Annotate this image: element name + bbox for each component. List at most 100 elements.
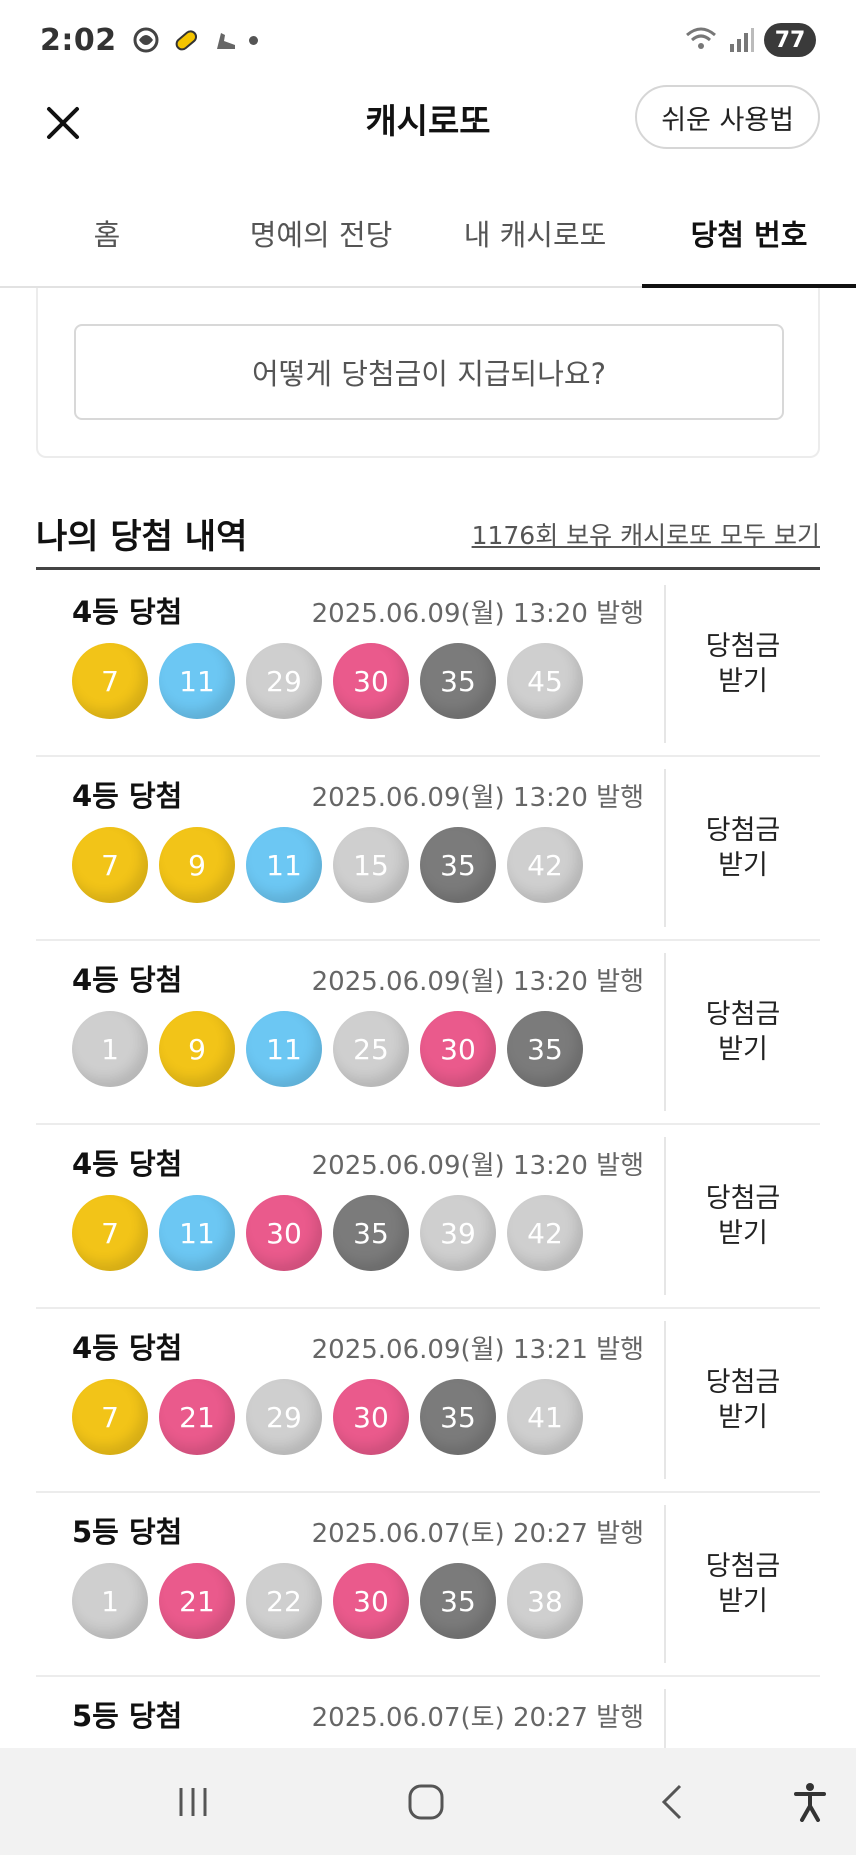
lotto-ball: 21 bbox=[159, 1379, 235, 1455]
issued-datetime: 2025.06.09(월) 13:20 발행 bbox=[311, 599, 644, 629]
lotto-ball: 29 bbox=[246, 643, 322, 719]
issued-datetime: 2025.06.09(월) 13:20 발행 bbox=[311, 1151, 644, 1181]
win-details: 5등 당첨 2025.06.07(토) 20:27 발행 bbox=[36, 1677, 664, 1748]
lotto-ball: 7 bbox=[72, 1195, 148, 1271]
close-button[interactable] bbox=[38, 98, 88, 148]
lotto-ball: 30 bbox=[333, 643, 409, 719]
lotto-ball: 9 bbox=[159, 1011, 235, 1087]
win-details: 4등 당첨 2025.06.09(월) 13:20 발행 7 9 11 15 35 42 bbox=[36, 757, 664, 939]
view-all-link[interactable]: 1176회 보유 캐시로또 모두 보기 bbox=[472, 516, 820, 552]
lotto-ball: 30 bbox=[420, 1011, 496, 1087]
lotto-ball: 35 bbox=[420, 1563, 496, 1639]
issued-datetime: 2025.06.09(월) 13:21 발행 bbox=[311, 1335, 644, 1365]
lotto-ball: 7 bbox=[72, 1379, 148, 1455]
issued-datetime: 2025.06.07(토) 20:27 발행 bbox=[311, 1519, 644, 1549]
status-right-icons: 77 bbox=[684, 23, 816, 57]
tab-bar: 홈 명예의 전당 내 캐시로또 당첨 번호 bbox=[0, 180, 856, 288]
lotto-balls: 7 9 11 15 35 42 bbox=[72, 827, 664, 903]
lotto-ball: 35 bbox=[420, 827, 496, 903]
win-row: 5등 당첨 2025.06.07(토) 20:27 발행 당첨금 bbox=[36, 1677, 820, 1748]
app-notification-icon bbox=[133, 27, 159, 53]
signal-icon bbox=[730, 28, 754, 52]
claim-prize-button[interactable]: 당첨금 받기 bbox=[666, 941, 820, 1123]
close-icon bbox=[47, 107, 79, 139]
win-details: 4등 당첨 2025.06.09(월) 13:21 발행 7 21 29 30 35 41 bbox=[36, 1309, 664, 1491]
recent-apps-button[interactable] bbox=[163, 1772, 223, 1832]
lotto-ball: 39 bbox=[420, 1195, 496, 1271]
win-row: 4등 당첨 2025.06.09(월) 13:20 발행 7 9 11 15 35 42 당첨금… bbox=[36, 757, 820, 941]
tab-hall-of-fame[interactable]: 명예의 전당 bbox=[214, 180, 428, 286]
win-details: 5등 당첨 2025.06.07(토) 20:27 발행 1 21 22 30 35 38 bbox=[36, 1493, 664, 1675]
win-rank: 5등 당첨 bbox=[72, 1515, 183, 1549]
lotto-ball: 1 bbox=[72, 1563, 148, 1639]
issued-datetime: 2025.06.07(토) 20:27 발행 bbox=[311, 1703, 644, 1733]
home-button[interactable] bbox=[396, 1772, 456, 1832]
lotto-ball: 25 bbox=[333, 1011, 409, 1087]
back-button[interactable] bbox=[643, 1772, 703, 1832]
claim-prize-button[interactable]: 당첨금 받기 bbox=[666, 1493, 820, 1675]
win-row: 4등 당첨 2025.06.09(월) 13:20 발행 1 9 11 25 30 35 당첨금… bbox=[36, 941, 820, 1125]
tab-my-cashlotto[interactable]: 내 캐시로또 bbox=[428, 180, 642, 286]
tab-home[interactable]: 홈 bbox=[0, 180, 214, 286]
lotto-ball: 11 bbox=[159, 643, 235, 719]
lotto-ball: 30 bbox=[333, 1563, 409, 1639]
win-rank: 4등 당첨 bbox=[72, 1331, 183, 1365]
claim-prize-button[interactable]: 당첨금 받기 bbox=[666, 573, 820, 755]
win-rank: 4등 당첨 bbox=[72, 595, 183, 629]
system-nav-bar bbox=[0, 1748, 856, 1855]
help-button[interactable]: 쉬운 사용법 bbox=[635, 85, 820, 149]
issued-datetime: 2025.06.09(월) 13:20 발행 bbox=[311, 967, 644, 997]
lotto-ball: 7 bbox=[72, 827, 148, 903]
win-row: 5등 당첨 2025.06.07(토) 20:27 발행 1 21 22 30 35 38 당첨… bbox=[36, 1493, 820, 1677]
win-details: 4등 당첨 2025.06.09(월) 13:20 발행 7 11 30 35 39 42 bbox=[36, 1125, 664, 1307]
win-rank: 4등 당첨 bbox=[72, 963, 183, 997]
win-header: 4등 당첨 2025.06.09(월) 13:20 발행 bbox=[72, 957, 664, 999]
back-icon bbox=[661, 1784, 682, 1820]
lotto-balls: 1 9 11 25 30 35 bbox=[72, 1011, 664, 1087]
home-icon bbox=[408, 1784, 444, 1820]
lotto-ball: 30 bbox=[246, 1195, 322, 1271]
claim-prize-button[interactable]: 당첨금 받기 bbox=[666, 757, 820, 939]
win-header: 5등 당첨 2025.06.07(토) 20:27 발행 bbox=[72, 1509, 664, 1551]
more-notifications-dot bbox=[248, 35, 258, 45]
lotto-ball: 21 bbox=[159, 1563, 235, 1639]
lotto-balls: 7 11 29 30 35 45 bbox=[72, 643, 664, 719]
accessibility-icon bbox=[794, 1783, 826, 1822]
lotto-ball: 7 bbox=[72, 643, 148, 719]
claim-prize-button[interactable]: 당첨금 받기 bbox=[666, 1309, 820, 1491]
win-header: 5등 당첨 2025.06.07(토) 20:27 발행 bbox=[72, 1693, 664, 1735]
win-rank: 4등 당첨 bbox=[72, 1147, 183, 1181]
status-bar: 2:02 77 bbox=[0, 0, 856, 80]
status-time: 2:02 bbox=[40, 22, 117, 58]
win-row: 4등 당첨 2025.06.09(월) 13:21 발행 7 21 29 30 35 41 당첨… bbox=[36, 1309, 820, 1493]
lotto-ball: 38 bbox=[507, 1563, 583, 1639]
app-header: 캐시로또 쉬운 사용법 bbox=[0, 80, 856, 180]
lotto-balls: 7 21 29 30 35 41 bbox=[72, 1379, 664, 1455]
lotto-ball: 11 bbox=[246, 827, 322, 903]
lotto-balls: 1 21 22 30 35 38 bbox=[72, 1563, 664, 1639]
lotto-ball: 1 bbox=[72, 1011, 148, 1087]
win-header: 4등 당첨 2025.06.09(월) 13:20 발행 bbox=[72, 773, 664, 815]
lotto-ball: 15 bbox=[333, 827, 409, 903]
claim-prize-button[interactable]: 당첨금 받기 bbox=[666, 1125, 820, 1307]
lotto-ball: 35 bbox=[507, 1011, 583, 1087]
lotto-ball: 11 bbox=[246, 1011, 322, 1087]
lotto-ball: 45 bbox=[507, 643, 583, 719]
winning-history-header: 나의 당첨 내역 1176회 보유 캐시로또 모두 보기 bbox=[36, 500, 820, 570]
payout-info-card: 어떻게 당첨금이 지급되나요? bbox=[36, 288, 820, 458]
win-header: 4등 당첨 2025.06.09(월) 13:20 발행 bbox=[72, 1141, 664, 1183]
payout-info-button[interactable]: 어떻게 당첨금이 지급되나요? bbox=[74, 324, 784, 420]
accessibility-button[interactable] bbox=[780, 1772, 840, 1832]
win-rank: 5등 당첨 bbox=[72, 1699, 183, 1733]
issued-datetime: 2025.06.09(월) 13:20 발행 bbox=[311, 783, 644, 813]
section-title: 나의 당첨 내역 bbox=[36, 517, 248, 557]
win-header: 4등 당첨 2025.06.09(월) 13:21 발행 bbox=[72, 1325, 664, 1367]
tab-winning-numbers[interactable]: 당첨 번호 bbox=[642, 180, 856, 288]
lotto-ball: 11 bbox=[159, 1195, 235, 1271]
claim-prize-button[interactable]: 당첨금 bbox=[666, 1677, 820, 1748]
lotto-ball: 30 bbox=[333, 1379, 409, 1455]
win-header: 4등 당첨 2025.06.09(월) 13:20 발행 bbox=[72, 589, 664, 631]
winning-list: 4등 당첨 2025.06.09(월) 13:20 발행 7 11 29 30 35 45 당첨… bbox=[36, 573, 820, 1748]
lotto-ball: 35 bbox=[333, 1195, 409, 1271]
lotto-ball: 42 bbox=[507, 827, 583, 903]
